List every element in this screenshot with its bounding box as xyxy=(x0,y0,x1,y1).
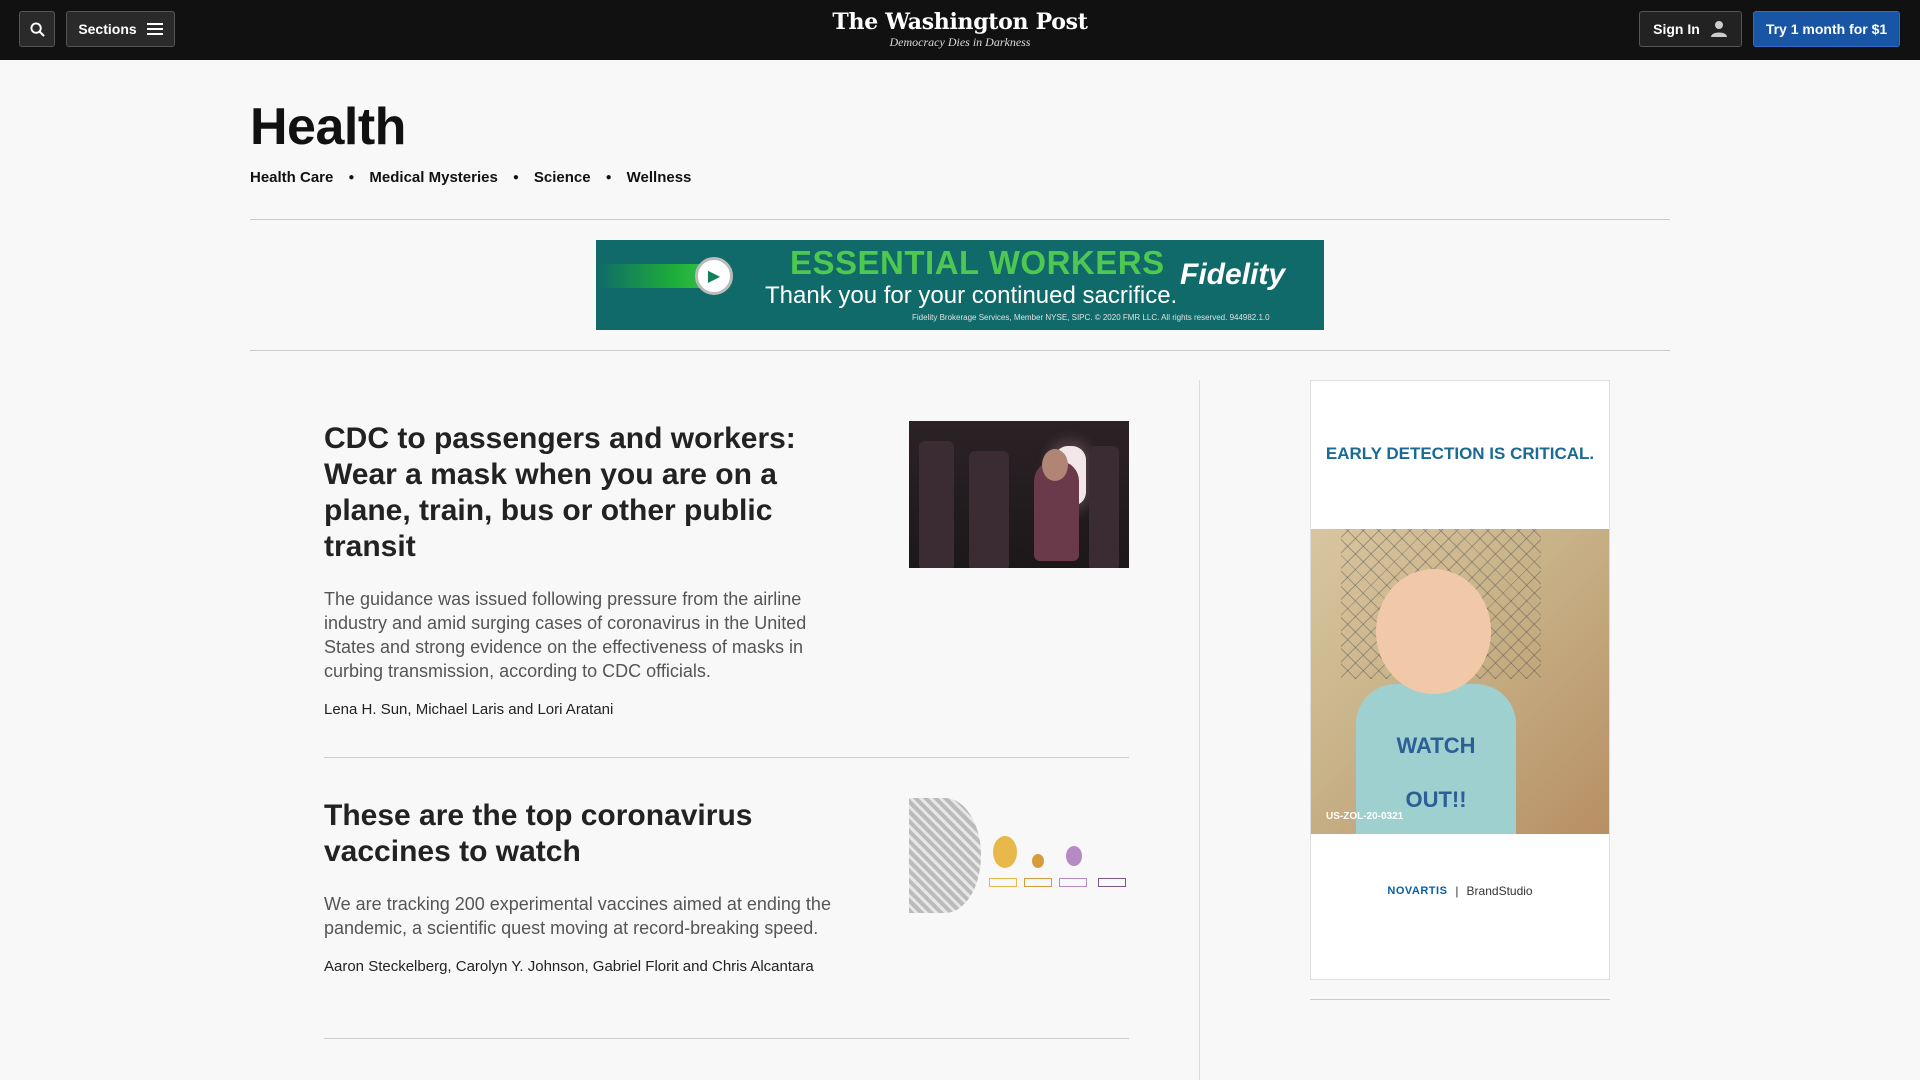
page-title: Health xyxy=(250,98,406,156)
sign-in-label: Sign In xyxy=(1653,21,1700,37)
ad-brand-logo: Fidelity xyxy=(1180,258,1286,291)
vaccine-cluster-graphic xyxy=(909,798,981,913)
subnav-item-science[interactable]: Science xyxy=(534,169,591,186)
story-headline[interactable]: These are the top coronavirus vaccines t… xyxy=(324,798,824,870)
user-icon xyxy=(1710,21,1727,37)
story-thumbnail-graphic[interactable] xyxy=(909,798,1129,913)
section-subnav: Health Care ● Medical Mysteries ● Scienc… xyxy=(250,169,691,186)
seat-shape xyxy=(919,441,954,568)
sidebar-advertisement[interactable]: EARLY DETECTION IS CRITICAL. WATCH OUT!!… xyxy=(1310,380,1610,980)
subnav-item-health-care[interactable]: Health Care xyxy=(250,169,333,186)
phase-box xyxy=(989,878,1017,887)
banner-divider xyxy=(250,350,1670,351)
story-card: These are the top coronavirus vaccines t… xyxy=(324,798,1129,975)
side-ad-photo: WATCH OUT!! US-ZOL-20-0321 xyxy=(1311,529,1609,834)
novartis-logo: NOVARTIS xyxy=(1387,885,1448,897)
vaccine-dots-phase2 xyxy=(1032,854,1044,868)
side-ad-logos: NOVARTIS | BrandStudio xyxy=(1311,884,1609,898)
story-byline[interactable]: Aaron Steckelberg, Carolyn Y. Johnson, G… xyxy=(324,958,1129,975)
ad-headline: ESSENTIAL WORKERS xyxy=(790,244,1165,281)
seat-shape xyxy=(969,451,1009,568)
story-thumbnail-image[interactable] xyxy=(909,421,1129,568)
subnav-item-medical-mysteries[interactable]: Medical Mysteries xyxy=(369,169,497,186)
banner-advertisement[interactable]: ▶ ESSENTIAL WORKERS Thank you for your c… xyxy=(596,240,1324,330)
person-head-shape xyxy=(1042,449,1068,481)
site-logo[interactable]: The Washington Post xyxy=(0,9,1920,35)
child-head-shape xyxy=(1376,569,1491,694)
sign-in-button[interactable]: Sign In xyxy=(1639,11,1742,47)
side-ad-headline: EARLY DETECTION IS CRITICAL. xyxy=(1325,444,1595,463)
phase-box xyxy=(1024,878,1052,887)
subnav-separator: ● xyxy=(348,172,355,183)
column-divider xyxy=(1199,380,1200,1080)
story-card: CDC to passengers and workers: Wear a ma… xyxy=(324,421,1129,718)
ad-fine-print: Fidelity Brokerage Services, Member NYSE… xyxy=(912,313,1270,322)
subnav-item-wellness[interactable]: Wellness xyxy=(627,169,692,186)
story-headline[interactable]: CDC to passengers and workers: Wear a ma… xyxy=(324,421,824,565)
sidebar-divider xyxy=(1310,999,1610,1000)
phase-box xyxy=(1098,878,1126,887)
story-byline[interactable]: Lena H. Sun, Michael Laris and Lori Arat… xyxy=(324,701,1129,718)
section-divider xyxy=(250,219,1670,220)
story-summary: The guidance was issued following pressu… xyxy=(324,589,807,681)
subnav-separator: ● xyxy=(512,172,519,183)
phase-box xyxy=(1059,878,1087,887)
masthead: The Washington Post Democracy Dies in Da… xyxy=(0,9,1920,50)
brandstudio-logo: BrandStudio xyxy=(1466,884,1533,898)
top-navigation-bar: Sections The Washington Post Democracy D… xyxy=(0,0,1920,60)
story-divider xyxy=(324,757,1129,758)
play-arrow-icon: ▶ xyxy=(695,257,733,295)
story-summary: We are tracking 200 experimental vaccine… xyxy=(324,894,831,938)
ad-code: US-ZOL-20-0321 xyxy=(1326,811,1404,822)
vaccine-dots-phase3 xyxy=(1066,846,1082,866)
story-divider xyxy=(324,1038,1129,1039)
subscribe-button[interactable]: Try 1 month for $1 xyxy=(1753,11,1900,47)
vaccine-dots-phase1 xyxy=(993,836,1017,868)
seat-shape xyxy=(1089,446,1119,568)
subscribe-label: Try 1 month for $1 xyxy=(1765,21,1888,37)
ad-subline: Thank you for your continued sacrifice. xyxy=(765,282,1178,309)
tagline: Democracy Dies in Darkness xyxy=(889,35,1031,49)
subnav-separator: ● xyxy=(605,172,612,183)
logo-separator: | xyxy=(1455,884,1459,898)
